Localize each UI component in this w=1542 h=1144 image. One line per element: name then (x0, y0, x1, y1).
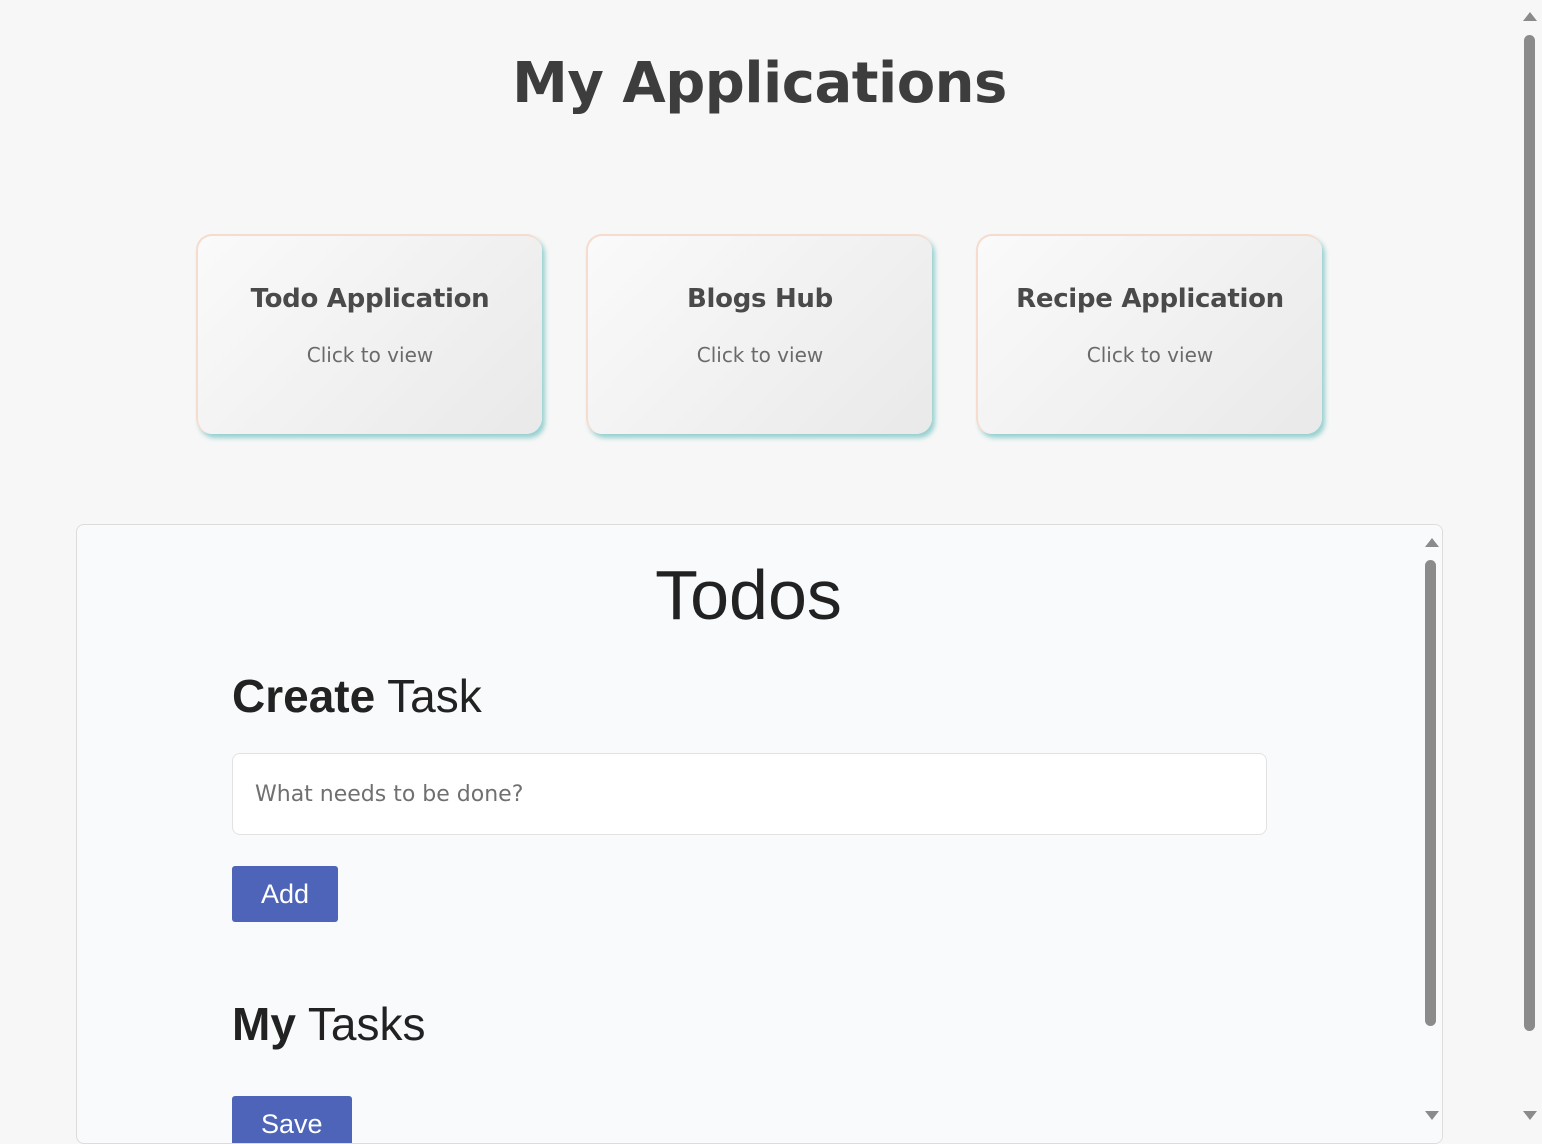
page-title: My Applications (512, 51, 1007, 116)
save-button[interactable]: Save (232, 1096, 352, 1143)
page-scrollbar[interactable] (1519, 0, 1542, 1133)
create-task-heading: Create Task (232, 669, 482, 723)
frame-scrollbar-thumb[interactable] (1425, 560, 1436, 1026)
app-card-subtitle: Click to view (306, 343, 434, 367)
app-card-title: Blogs Hub (687, 284, 833, 314)
scroll-up-arrow-icon[interactable] (1523, 12, 1537, 21)
my-tasks-heading: My Tasks (232, 997, 425, 1051)
app-card-todo[interactable]: Todo Application Click to view (196, 234, 542, 434)
create-task-heading-rest: Task (375, 670, 482, 722)
app-card-subtitle: Click to view (1086, 343, 1214, 367)
page-scrollbar-thumb[interactable] (1524, 35, 1535, 1031)
todos-heading: Todos (655, 556, 842, 634)
my-tasks-heading-rest: Tasks (295, 998, 426, 1050)
app-card-title: Todo Application (250, 284, 490, 314)
my-tasks-heading-bold: My (232, 998, 296, 1050)
app-card-recipe[interactable]: Recipe Application Click to view (976, 234, 1322, 434)
scroll-down-arrow-icon[interactable] (1425, 1111, 1439, 1120)
scroll-up-arrow-icon[interactable] (1425, 538, 1439, 547)
app-card-blogs[interactable]: Blogs Hub Click to view (586, 234, 932, 434)
app-card-subtitle: Click to view (696, 343, 824, 367)
app-card-title: Recipe Application (1016, 284, 1284, 314)
todo-app-frame: Todos Create Task Add My Tasks Save (76, 524, 1443, 1144)
frame-scrollbar[interactable] (1420, 525, 1442, 1143)
task-input[interactable] (232, 753, 1267, 835)
add-button[interactable]: Add (232, 866, 339, 922)
create-task-heading-bold: Create (232, 670, 376, 722)
scroll-down-arrow-icon[interactable] (1523, 1111, 1537, 1120)
